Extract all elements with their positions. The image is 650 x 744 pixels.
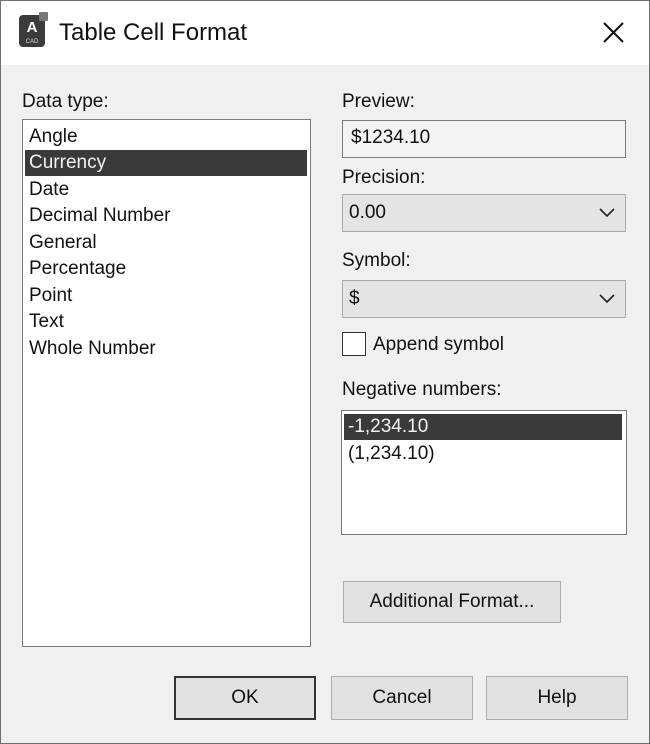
close-icon [603,22,624,43]
data-type-list[interactable]: Angle Currency Date Decimal Number Gener… [22,119,311,647]
list-item-date[interactable]: Date [25,177,307,203]
list-item-currency[interactable]: Currency [25,150,307,176]
autocad-app-icon: A CAD [19,12,48,47]
list-item-general[interactable]: General [25,230,307,256]
list-item-angle[interactable]: Angle [25,124,307,150]
precision-dropdown[interactable]: 0.00 [342,194,626,232]
symbol-value: $ [349,288,360,309]
chevron-down-icon [599,294,615,304]
list-item-percentage[interactable]: Percentage [25,256,307,282]
preview-label: Preview: [342,91,415,112]
symbol-dropdown[interactable]: $ [342,280,626,318]
list-item-text[interactable]: Text [25,309,307,335]
negative-numbers-label: Negative numbers: [342,379,502,400]
title-bar: A CAD Table Cell Format [1,1,649,65]
precision-value: 0.00 [349,202,386,223]
list-item-whole-number[interactable]: Whole Number [25,336,307,362]
additional-format-button[interactable]: Additional Format... [343,581,561,623]
precision-label: Precision: [342,167,426,188]
cancel-button[interactable]: Cancel [331,676,473,720]
list-item-decimal-number[interactable]: Decimal Number [25,203,307,229]
preview-field: $1234.10 [342,120,626,158]
negative-numbers-list[interactable]: -1,234.10 (1,234.10) [341,410,627,535]
negative-format-item[interactable]: -1,234.10 [344,414,622,440]
help-button[interactable]: Help [486,676,628,720]
list-item-point[interactable]: Point [25,283,307,309]
data-type-label: Data type: [22,91,109,112]
close-button[interactable] [591,13,635,53]
negative-format-item[interactable]: (1,234.10) [344,441,622,467]
chevron-down-icon [599,208,615,218]
table-cell-format-dialog: A CAD Table Cell Format Data type: Angle… [0,0,650,744]
append-symbol-checkbox[interactable] [342,332,366,356]
window-title: Table Cell Format [59,19,248,46]
ok-button[interactable]: OK [174,676,316,720]
symbol-label: Symbol: [342,250,411,271]
append-symbol-label[interactable]: Append symbol [373,334,504,356]
